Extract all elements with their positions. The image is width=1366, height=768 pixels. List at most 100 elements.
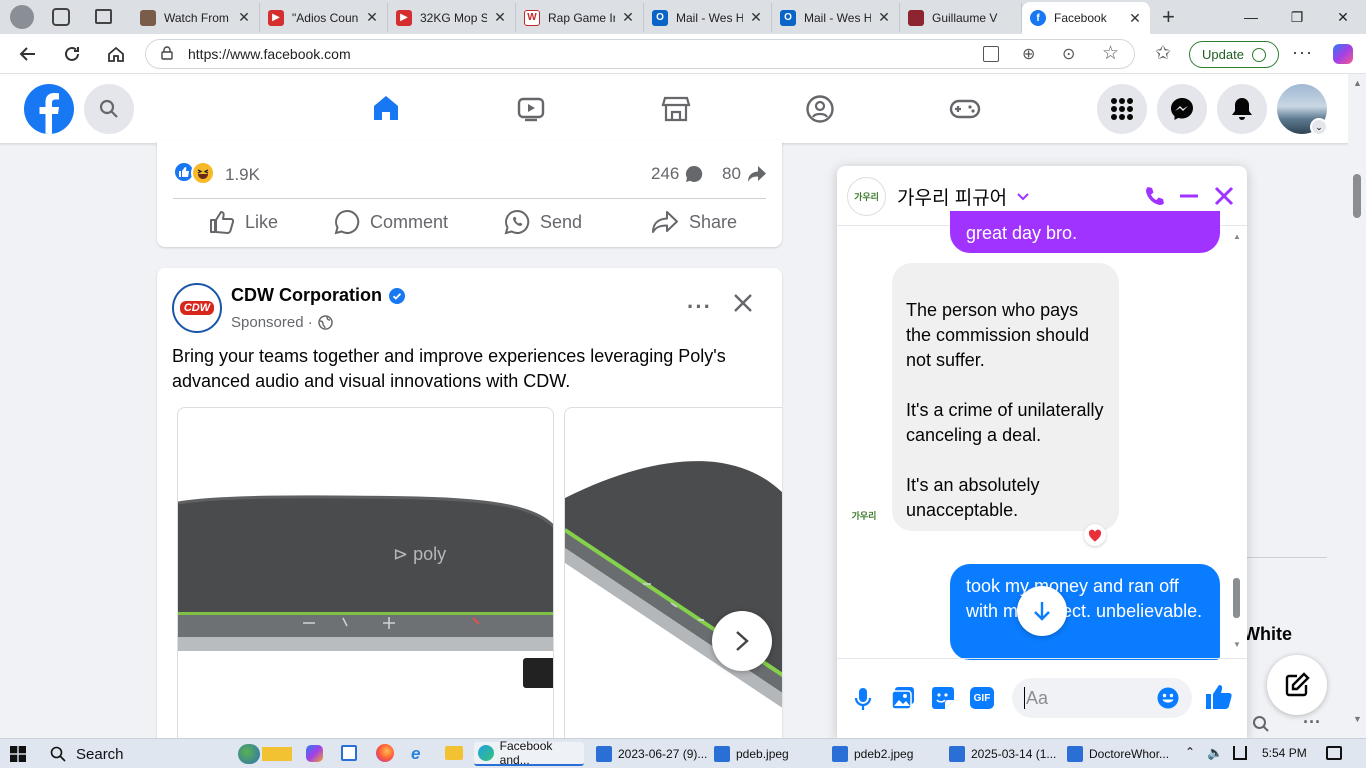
call-button[interactable] xyxy=(1144,185,1166,212)
search-button[interactable] xyxy=(84,84,134,134)
message-bubble-sent[interactable]: took my money and ran off with my projec… xyxy=(950,564,1220,660)
copilot-taskbar-icon[interactable] xyxy=(306,745,323,762)
send-like-button[interactable] xyxy=(1205,683,1233,716)
close-tab-icon[interactable]: ✕ xyxy=(365,9,379,26)
chat-scrollbar-thumb[interactable] xyxy=(1233,578,1240,618)
sticker-button[interactable] xyxy=(931,686,955,715)
message-bubble-received[interactable]: The person who pays the commission shoul… xyxy=(892,263,1119,531)
gif-button[interactable]: GIF xyxy=(970,687,994,709)
carousel-card[interactable]: ⊳ poly xyxy=(177,407,554,738)
taskbar-app-image[interactable]: pdeb.jpeg xyxy=(714,742,814,766)
close-tab-icon[interactable]: ✕ xyxy=(749,9,763,26)
messenger-button[interactable] xyxy=(1157,84,1207,134)
profile-avatar[interactable] xyxy=(10,5,34,29)
restore-window-icon[interactable]: ❐ xyxy=(1274,0,1320,34)
search-contacts-icon[interactable] xyxy=(1252,715,1270,738)
close-window-icon[interactable]: ✕ xyxy=(1320,0,1366,34)
minimize-window-icon[interactable]: — xyxy=(1228,0,1274,34)
taskbar-app-image[interactable]: DoctoreWhor... xyxy=(1067,742,1179,766)
browser-tab[interactable]: Guillaume V xyxy=(900,3,1022,32)
close-chat-button[interactable] xyxy=(1214,186,1234,211)
tab-video[interactable] xyxy=(466,74,596,144)
browser-tab-active[interactable]: f Facebook ✕ xyxy=(1022,2,1150,34)
vertical-tabs-icon[interactable] xyxy=(95,9,112,24)
tab-marketplace[interactable] xyxy=(611,74,741,144)
notification-center-icon[interactable] xyxy=(1326,746,1342,760)
browser-tab[interactable]: ▶ 32KG Mop S ✕ xyxy=(388,3,516,32)
carousel-card[interactable] xyxy=(564,407,782,738)
message-bubble-sent[interactable]: great day bro. xyxy=(950,211,1220,253)
taskbar-app-image[interactable]: pdeb2.jpeg xyxy=(832,742,932,766)
sender-avatar[interactable]: 가우리 xyxy=(847,506,881,524)
new-message-button[interactable] xyxy=(1267,655,1327,715)
reaction-icons[interactable] xyxy=(173,161,219,185)
favorites-icon[interactable]: ✩ xyxy=(1155,42,1171,65)
browser-tab[interactable]: W Rap Game Ir ✕ xyxy=(516,3,644,32)
message-scrollbar-down-icon[interactable]: ▼ xyxy=(1233,640,1241,649)
send-button[interactable]: Send xyxy=(504,204,582,240)
browser-tab[interactable]: O Mail - Wes H ✕ xyxy=(772,3,900,32)
firefox-icon[interactable] xyxy=(376,744,394,762)
advertiser-name[interactable]: CDW Corporation xyxy=(231,285,405,306)
chevron-down-icon[interactable]: ⌄ xyxy=(1310,118,1328,136)
attach-photo-button[interactable] xyxy=(891,686,915,715)
minimize-chat-button[interactable] xyxy=(1179,186,1199,211)
app-available-icon[interactable] xyxy=(983,46,999,62)
home-button[interactable] xyxy=(102,40,130,68)
system-clock[interactable]: 5:54 PM xyxy=(1262,746,1307,760)
file-explorer-icon[interactable] xyxy=(445,746,463,760)
notifications-button[interactable] xyxy=(1217,84,1267,134)
menu-button[interactable] xyxy=(1097,84,1147,134)
scroll-to-bottom-button[interactable] xyxy=(1017,586,1067,636)
browser-tab[interactable]: ▶ "Adios Coun ✕ xyxy=(260,3,388,32)
close-tab-icon[interactable]: ✕ xyxy=(621,9,635,26)
emoji-button[interactable] xyxy=(1157,687,1179,714)
widgets-icon[interactable] xyxy=(238,744,260,764)
close-tab-icon[interactable]: ✕ xyxy=(493,9,507,26)
browser-tab[interactable]: O Mail - Wes H ✕ xyxy=(644,3,772,32)
contact-avatar[interactable]: 가우리 xyxy=(847,177,886,216)
back-button[interactable] xyxy=(14,40,42,68)
post-options-icon[interactable]: ··· xyxy=(687,294,712,320)
copilot-icon[interactable] xyxy=(1333,44,1353,64)
zoom-icon[interactable]: ⊕ xyxy=(1022,44,1035,64)
voice-clip-button[interactable] xyxy=(854,687,872,716)
taskbar-search[interactable]: Search xyxy=(50,742,124,766)
reload-button[interactable] xyxy=(58,40,86,68)
comments-count[interactable]: 246 xyxy=(651,164,703,184)
close-tab-icon[interactable]: ✕ xyxy=(237,9,251,26)
show-hidden-icons[interactable]: ⌃ xyxy=(1185,745,1195,759)
sponsored-label[interactable]: Sponsored · xyxy=(231,314,333,331)
like-button[interactable]: Like xyxy=(209,204,278,240)
advertiser-logo[interactable]: CDW xyxy=(172,283,222,333)
page-scrollbar[interactable]: ▲ ▼ xyxy=(1348,74,1366,738)
tab-groups[interactable] xyxy=(755,74,885,144)
internet-explorer-icon[interactable]: e xyxy=(411,744,420,764)
taskbar-app-image[interactable]: 2025-03-14 (1... xyxy=(949,742,1061,766)
network-icon[interactable] xyxy=(1233,746,1247,760)
tab-gaming[interactable] xyxy=(900,74,1030,144)
scroll-up-icon[interactable]: ▲ xyxy=(1353,78,1362,88)
scroll-down-icon[interactable]: ▼ xyxy=(1353,714,1362,724)
new-tab-icon[interactable]: + xyxy=(1162,4,1175,30)
carousel-next-button[interactable] xyxy=(712,611,772,671)
share-button[interactable]: Share xyxy=(651,204,737,240)
taskbar-app-image[interactable]: 2023-06-27 (9)... xyxy=(596,742,708,766)
facebook-logo-icon[interactable] xyxy=(24,84,74,134)
update-button[interactable]: Update xyxy=(1189,41,1279,68)
comment-button[interactable]: Comment xyxy=(334,204,448,240)
settings-more-icon[interactable]: ··· xyxy=(1292,42,1313,63)
more-tools-icon[interactable]: ⊙ xyxy=(1062,44,1075,64)
message-scrollbar-up-icon[interactable]: ▲ xyxy=(1233,232,1241,241)
more-options-icon[interactable]: ··· xyxy=(1303,712,1321,733)
contact-name-partial[interactable]: White xyxy=(1243,624,1292,645)
taskbar-app-facebook[interactable]: Facebook and... xyxy=(474,739,584,767)
lock-icon[interactable] xyxy=(160,45,174,63)
heart-reaction-icon[interactable] xyxy=(1084,524,1106,546)
close-icon[interactable] xyxy=(732,292,754,319)
scrollbar-thumb[interactable] xyxy=(1353,174,1361,218)
volume-icon[interactable]: 🔈 xyxy=(1207,745,1223,761)
sticky-notes-icon[interactable] xyxy=(262,747,292,761)
close-tab-icon[interactable]: ✕ xyxy=(1128,10,1142,27)
workspaces-icon[interactable] xyxy=(52,8,70,26)
